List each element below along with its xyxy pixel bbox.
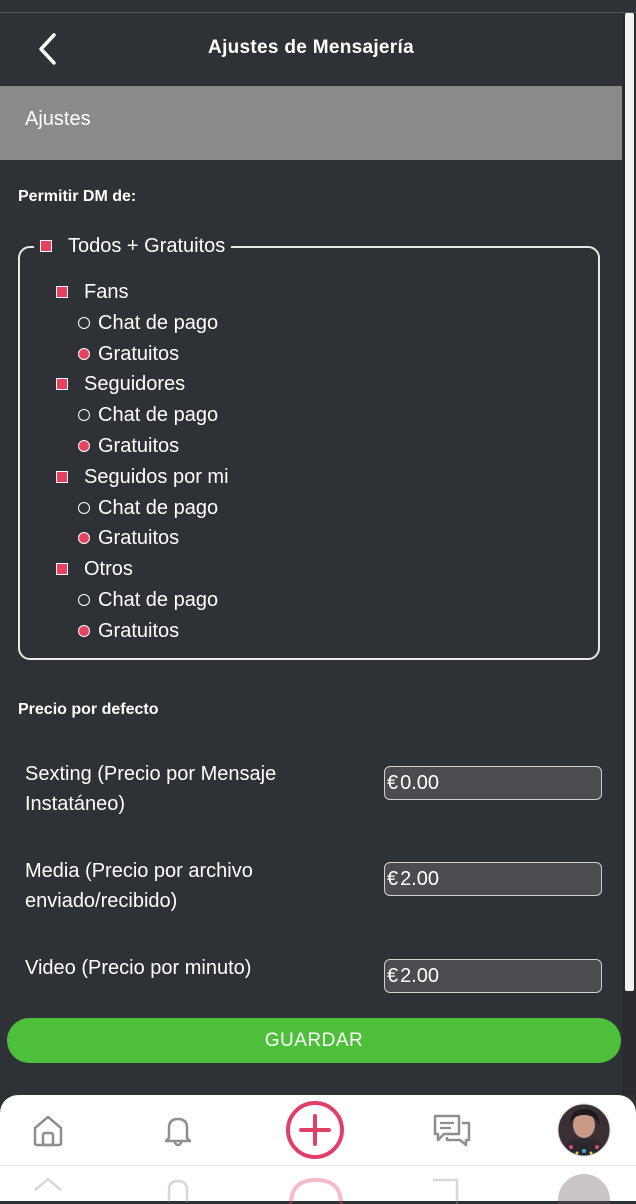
group-label: Seguidos por mi <box>84 465 229 488</box>
radio-selected-icon <box>78 625 90 637</box>
group-label: Fans <box>84 280 129 303</box>
home-icon <box>33 1115 63 1147</box>
video-price-input[interactable]: € 2.00 <box>384 959 602 993</box>
radio-fans-paid[interactable]: Chat de pago <box>78 310 218 336</box>
chat-icon <box>433 1114 471 1147</box>
group-label: Otros <box>84 557 133 580</box>
radio-seguidores-free[interactable]: Gratuitos <box>78 433 179 459</box>
euro-icon: € <box>387 771 399 794</box>
nav-add-post[interactable] <box>283 1095 347 1165</box>
duplicate-nav-strip <box>0 1165 636 1204</box>
radio-selected-icon <box>78 348 90 360</box>
media-price-input[interactable]: € 2.00 <box>384 862 602 896</box>
section-header: Ajustes <box>0 86 622 160</box>
radio-otros-paid[interactable]: Chat de pago <box>78 587 218 613</box>
radio-icon <box>78 317 90 329</box>
app-header: Ajustes de Mensajería <box>0 13 622 86</box>
radio-seguidores-paid[interactable]: Chat de pago <box>78 402 218 428</box>
save-button[interactable]: GUARDAR <box>7 1018 621 1063</box>
price-value: 2.00 <box>400 964 440 987</box>
checkbox-icon <box>56 563 68 575</box>
price-value: 2.00 <box>400 867 440 890</box>
status-strip <box>0 0 636 13</box>
radio-icon <box>78 409 90 421</box>
radio-label: Gratuitos <box>98 619 180 642</box>
price-value: 0.00 <box>400 771 440 794</box>
radio-label: Chat de pago <box>98 403 219 426</box>
section-title: Ajustes <box>25 108 91 130</box>
dm-all-checkbox[interactable]: Todos + Gratuitos <box>34 233 232 259</box>
group-checkbox-seguidores[interactable]: Seguidores <box>56 371 185 397</box>
nav-messages[interactable] <box>424 1095 480 1165</box>
group-checkbox-seguidos[interactable]: Seguidos por mi <box>56 464 229 490</box>
group-label: Seguidores <box>84 372 186 395</box>
page-title: Ajustes de Mensajería <box>208 37 414 58</box>
add-post-icon <box>286 1101 344 1159</box>
euro-icon: € <box>387 867 399 890</box>
radio-icon <box>78 502 90 514</box>
checkbox-icon <box>56 378 68 390</box>
radio-fans-free[interactable]: Gratuitos <box>78 341 179 367</box>
radio-seguidos-free[interactable]: Gratuitos <box>78 525 179 551</box>
radio-selected-icon <box>78 532 90 544</box>
media-price-label: Media (Precio por archivo enviado/recibi… <box>25 860 253 912</box>
radio-selected-icon <box>78 440 90 452</box>
avatar <box>557 1103 611 1157</box>
checkbox-icon <box>56 286 68 298</box>
sexting-price-input[interactable]: € 0.00 <box>384 766 602 800</box>
dm-all-label: Todos + Gratuitos <box>68 234 226 257</box>
radio-seguidos-paid[interactable]: Chat de pago <box>78 495 218 521</box>
radio-label: Gratuitos <box>98 526 180 549</box>
video-price-label: Video (Precio por minuto) <box>25 957 252 979</box>
nav-profile[interactable] <box>556 1095 612 1165</box>
group-checkbox-fans[interactable]: Fans <box>56 279 128 305</box>
group-checkbox-otros[interactable]: Otros <box>56 556 133 582</box>
radio-label: Gratuitos <box>98 342 180 365</box>
radio-label: Gratuitos <box>98 434 180 457</box>
radio-label: Chat de pago <box>98 496 219 519</box>
scrollbar-thumb[interactable] <box>625 13 634 991</box>
bell-icon <box>164 1117 192 1147</box>
nav-home[interactable] <box>22 1095 74 1165</box>
radio-label: Chat de pago <box>98 588 219 611</box>
nav-notifications[interactable] <box>152 1095 204 1165</box>
euro-icon: € <box>387 964 399 987</box>
bottom-nav <box>0 1095 636 1165</box>
checkbox-icon <box>56 471 68 483</box>
checkbox-icon <box>40 240 52 252</box>
radio-icon <box>78 594 90 606</box>
default-price-label: Precio por defecto <box>18 701 159 718</box>
radio-label: Chat de pago <box>98 311 219 334</box>
dm-permission-label: Permitir DM de: <box>18 188 137 205</box>
radio-otros-free[interactable]: Gratuitos <box>78 618 179 644</box>
sexting-price-label: Sexting (Precio por Mensaje Instatáneo) <box>25 763 277 815</box>
